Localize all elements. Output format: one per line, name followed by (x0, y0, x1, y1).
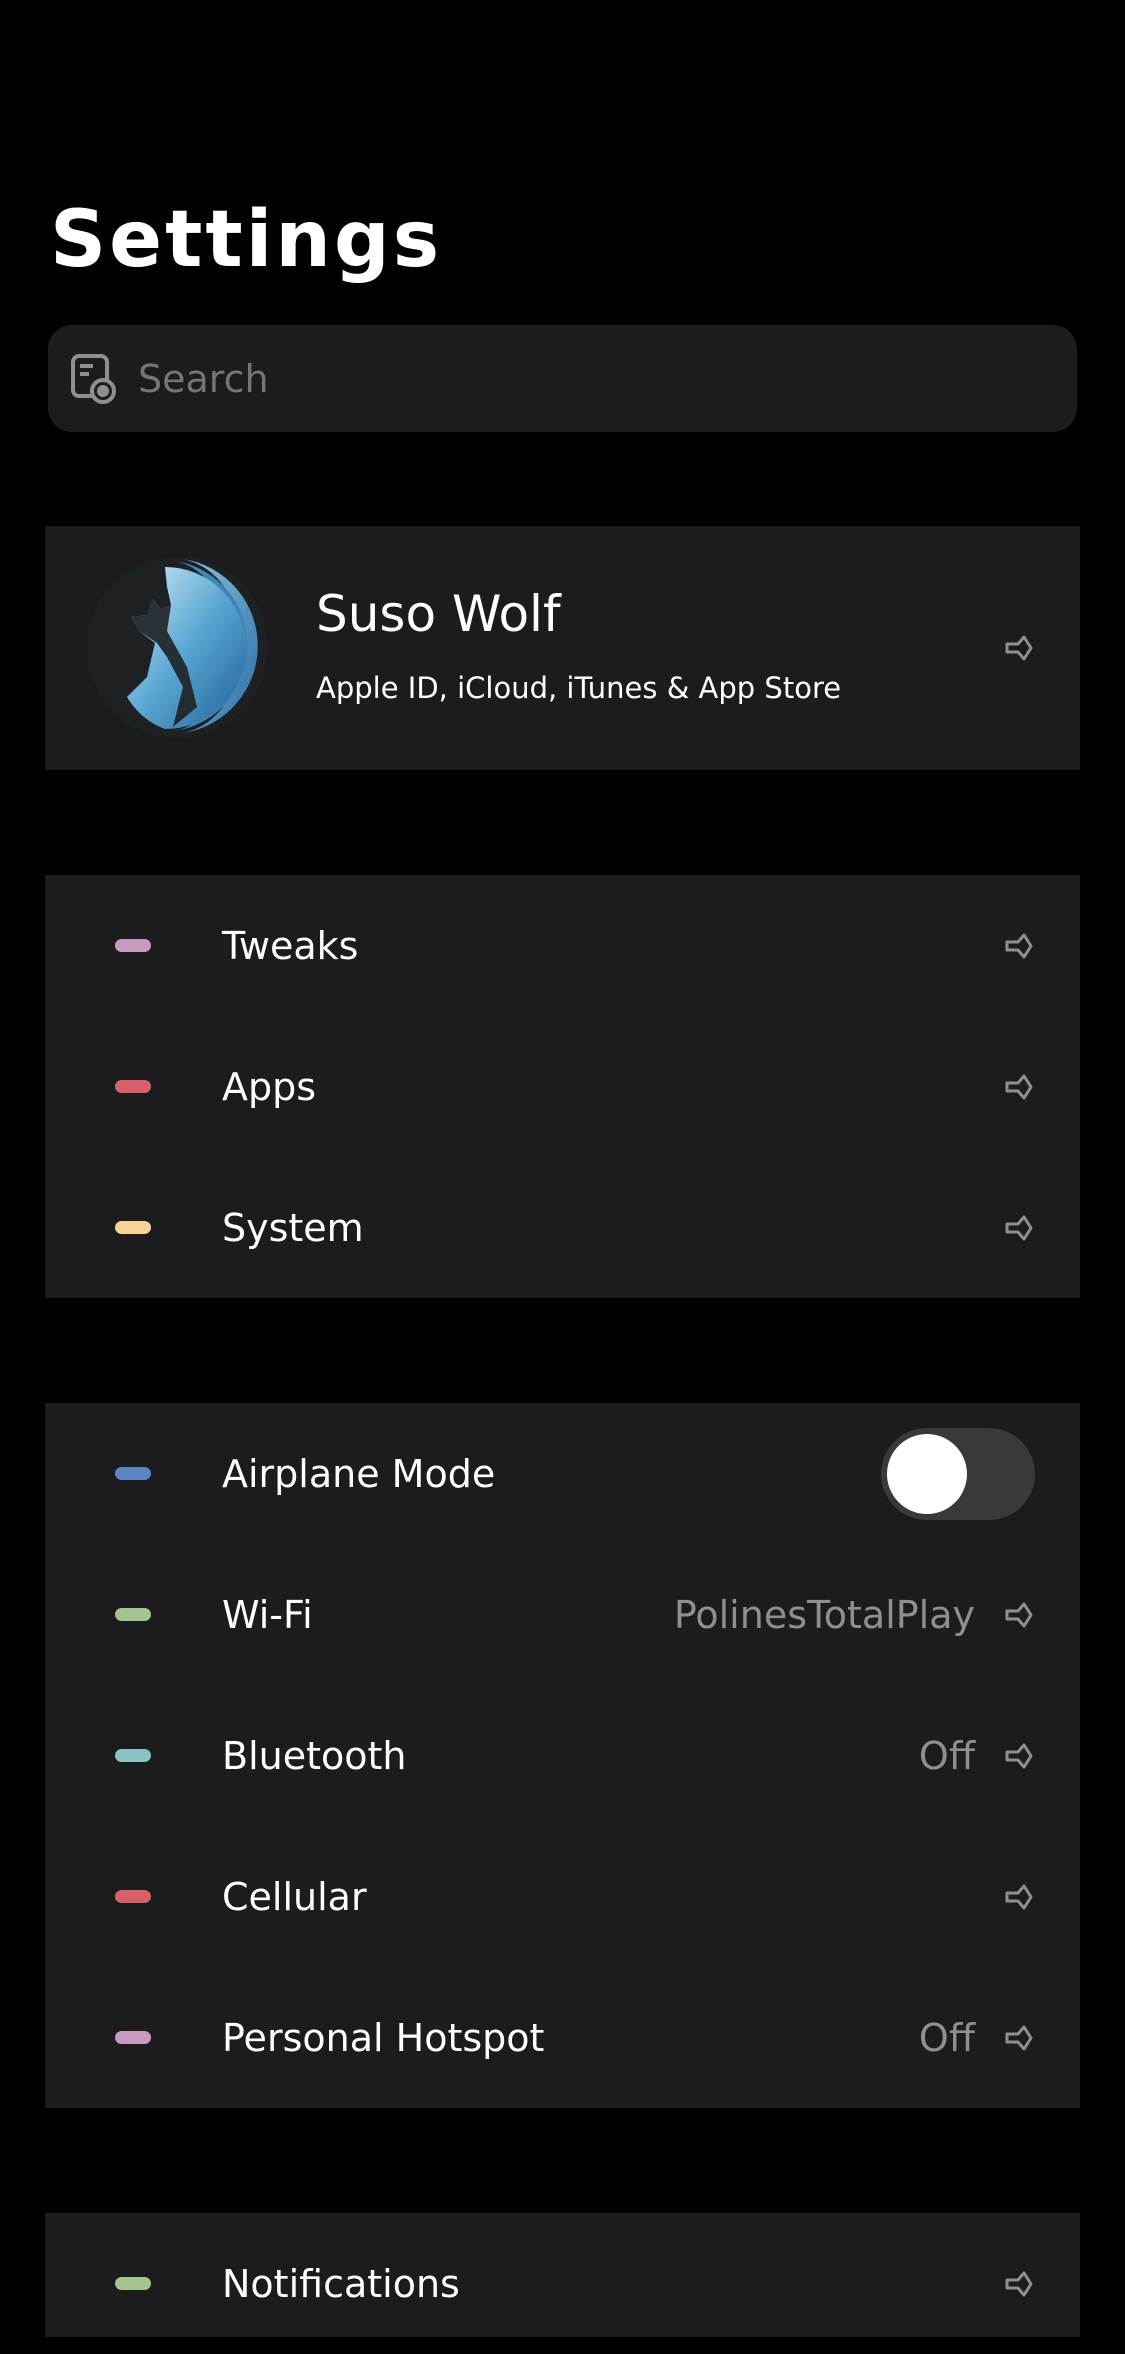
row-label: Tweaks (222, 924, 359, 968)
settings-row-notifications[interactable]: Notifications (45, 2213, 1080, 2354)
chevron-right-icon (1004, 2024, 1034, 2052)
settings-row-wifi[interactable]: Wi-Fi PolinesTotalPlay (45, 1544, 1080, 1685)
search-icon (70, 353, 118, 405)
settings-row-cellular[interactable]: Cellular (45, 1826, 1080, 1967)
settings-row-airplane-mode: Airplane Mode (45, 1403, 1080, 1544)
system-dot-icon (115, 1221, 151, 1234)
wolf-logo-icon (127, 559, 258, 733)
row-label: Wi-Fi (222, 1593, 313, 1637)
airplane-dot-icon (115, 1467, 151, 1480)
row-label: Bluetooth (222, 1734, 407, 1778)
toggle-knob (887, 1434, 967, 1514)
settings-group-connectivity: Airplane Mode Wi-Fi PolinesTotalPlay Blu… (45, 1403, 1080, 2108)
settings-row-bluetooth[interactable]: Bluetooth Off (45, 1685, 1080, 1826)
chevron-right-icon (1004, 932, 1034, 960)
row-value: PolinesTotalPlay (673, 1593, 975, 1637)
apps-dot-icon (115, 1080, 151, 1093)
row-value: Off (918, 2016, 975, 2060)
profile-cell[interactable]: Suso Wolf Apple ID, iCloud, iTunes & App… (45, 526, 1080, 770)
hotspot-dot-icon (115, 2031, 151, 2044)
settings-group-main: Tweaks Apps System (45, 875, 1080, 1298)
chevron-right-icon (1004, 2270, 1034, 2298)
row-value: Off (918, 1734, 975, 1778)
settings-row-apps[interactable]: Apps (45, 1016, 1080, 1157)
row-label: Apps (222, 1065, 317, 1109)
row-label: Personal Hotspot (222, 2016, 545, 2060)
row-label: System (222, 1206, 364, 1250)
chevron-right-icon (1004, 634, 1034, 662)
notifications-dot-icon (115, 2277, 151, 2290)
avatar (87, 557, 268, 738)
cellular-dot-icon (115, 1890, 151, 1903)
search-input[interactable] (136, 355, 1077, 402)
row-label: Notifications (222, 2262, 460, 2306)
row-label: Airplane Mode (222, 1452, 496, 1496)
row-label: Cellular (222, 1875, 367, 1919)
search-bar[interactable] (48, 325, 1077, 432)
bluetooth-dot-icon (115, 1749, 151, 1762)
airplane-mode-toggle[interactable] (881, 1428, 1035, 1520)
settings-group-notifications: Notifications (45, 2213, 1080, 2337)
profile-name: Suso Wolf (316, 585, 561, 643)
settings-row-tweaks[interactable]: Tweaks (45, 875, 1080, 1016)
chevron-right-icon (1004, 1073, 1034, 1101)
chevron-right-icon (1004, 1601, 1034, 1629)
wifi-dot-icon (115, 1608, 151, 1621)
profile-subtitle: Apple ID, iCloud, iTunes & App Store (316, 671, 842, 705)
chevron-right-icon (1004, 1742, 1034, 1770)
chevron-right-icon (1004, 1214, 1034, 1242)
tweaks-dot-icon (115, 939, 151, 952)
page-title: Settings (50, 195, 443, 285)
chevron-right-icon (1004, 1883, 1034, 1911)
settings-row-system[interactable]: System (45, 1157, 1080, 1298)
settings-row-personal-hotspot[interactable]: Personal Hotspot Off (45, 1967, 1080, 2108)
